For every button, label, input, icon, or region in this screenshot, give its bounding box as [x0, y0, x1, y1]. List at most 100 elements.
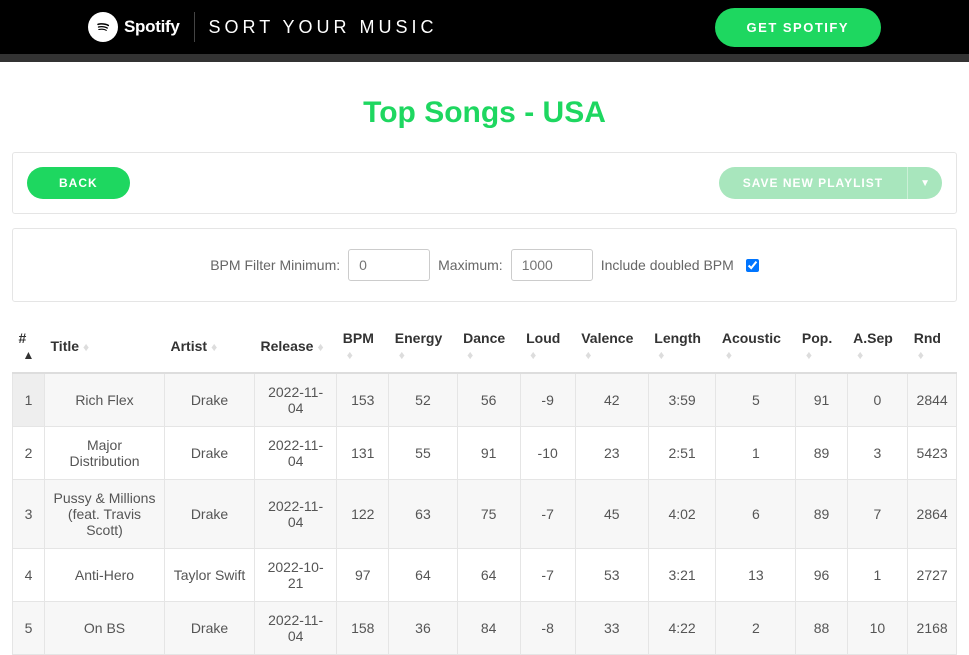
cell-release: 2022-11-04	[255, 480, 337, 549]
table-row[interactable]: 1Rich FlexDrake2022-11-041535256-9423:59…	[13, 373, 957, 427]
include-doubled-checkbox[interactable]	[746, 259, 759, 272]
cell-loud: -7	[520, 549, 575, 602]
cell-artist: Drake	[165, 427, 255, 480]
cell-valence: 45	[575, 480, 648, 549]
column-header-asep[interactable]: A.Sep ♦	[847, 320, 908, 373]
table-row[interactable]: 3Pussy & Millions (feat. Travis Scott)Dr…	[13, 480, 957, 549]
cell-pop: 88	[796, 602, 847, 655]
column-header-acoustic[interactable]: Acoustic♦	[716, 320, 796, 373]
cell-loud: -7	[520, 480, 575, 549]
cell-rnd: 2844	[908, 373, 957, 427]
cell-pop: 96	[796, 549, 847, 602]
toolbar: BACK SAVE NEW PLAYLIST ▼	[12, 152, 957, 214]
column-header-valence[interactable]: Valence♦	[575, 320, 648, 373]
cell-title: On BS	[45, 602, 165, 655]
back-button[interactable]: BACK	[27, 167, 130, 199]
column-label: A.Sep	[853, 330, 893, 346]
cell-pop: 89	[796, 427, 847, 480]
column-header-release[interactable]: Release♦	[255, 320, 337, 373]
cell-release: 2022-11-04	[255, 373, 337, 427]
cell-acoustic: 1	[716, 427, 796, 480]
get-spotify-button[interactable]: GET SPOTIFY	[715, 8, 881, 47]
table-row[interactable]: 2Major DistributionDrake2022-11-04131559…	[13, 427, 957, 480]
app-name: SORT YOUR MUSIC	[209, 17, 438, 38]
column-header-artist[interactable]: Artist♦	[165, 320, 255, 373]
cell-asep: 10	[847, 602, 908, 655]
filter-row: BPM Filter Minimum: Maximum: Include dou…	[12, 228, 957, 302]
column-header-num[interactable]: #▲	[13, 320, 45, 373]
bpm-min-input[interactable]	[348, 249, 430, 281]
column-label: Title	[51, 338, 80, 354]
cell-valence: 23	[575, 427, 648, 480]
column-label: Loud	[526, 330, 560, 346]
sort-icon: ♦	[399, 348, 405, 362]
column-header-loud[interactable]: Loud ♦	[520, 320, 575, 373]
cell-dance: 91	[457, 427, 520, 480]
column-label: BPM	[343, 330, 374, 346]
cell-num: 3	[13, 480, 45, 549]
table-row[interactable]: 4Anti-HeroTaylor Swift2022-10-21976464-7…	[13, 549, 957, 602]
cell-acoustic: 13	[716, 549, 796, 602]
divider	[194, 12, 195, 42]
cell-title: Pussy & Millions (feat. Travis Scott)	[45, 480, 165, 549]
sort-icon: ♦	[83, 340, 89, 354]
sort-icon: ♦	[347, 348, 353, 362]
cell-num: 1	[13, 373, 45, 427]
cell-loud: -8	[520, 602, 575, 655]
cell-rnd: 2168	[908, 602, 957, 655]
cell-release: 2022-11-04	[255, 427, 337, 480]
column-label: Rnd	[914, 330, 941, 346]
cell-pop: 89	[796, 480, 847, 549]
sort-icon: ♦	[467, 348, 473, 362]
save-playlist-button[interactable]: SAVE NEW PLAYLIST	[719, 167, 907, 199]
cell-artist: Drake	[165, 373, 255, 427]
cell-release: 2022-11-04	[255, 602, 337, 655]
column-header-title[interactable]: Title♦	[45, 320, 165, 373]
column-header-bpm[interactable]: BPM ♦	[337, 320, 389, 373]
table-row[interactable]: 5On BSDrake2022-11-041583684-8334:222881…	[13, 602, 957, 655]
cell-rnd: 5423	[908, 427, 957, 480]
cell-length: 3:21	[648, 549, 716, 602]
cell-dance: 84	[457, 602, 520, 655]
cell-dance: 56	[457, 373, 520, 427]
cell-rnd: 2727	[908, 549, 957, 602]
header-bar: Spotify SORT YOUR MUSIC GET SPOTIFY	[0, 0, 969, 54]
sort-icon: ♦	[857, 348, 863, 362]
cell-length: 2:51	[648, 427, 716, 480]
bpm-max-label: Maximum:	[438, 257, 503, 273]
spotify-logo[interactable]: Spotify	[88, 12, 180, 42]
spotify-logo-text: Spotify	[124, 17, 180, 37]
cell-valence: 33	[575, 602, 648, 655]
sort-icon: ♦	[658, 348, 664, 362]
cell-bpm: 122	[337, 480, 389, 549]
cell-bpm: 97	[337, 549, 389, 602]
cell-num: 2	[13, 427, 45, 480]
column-label: Release	[261, 338, 314, 354]
save-dropdown-toggle[interactable]: ▼	[907, 167, 942, 199]
cell-asep: 1	[847, 549, 908, 602]
column-header-rnd[interactable]: Rnd♦	[908, 320, 957, 373]
sort-icon: ♦	[211, 340, 217, 354]
cell-energy: 52	[389, 373, 457, 427]
cell-title: Rich Flex	[45, 373, 165, 427]
cell-asep: 3	[847, 427, 908, 480]
column-label: Length	[654, 330, 701, 346]
cell-pop: 91	[796, 373, 847, 427]
cell-artist: Drake	[165, 480, 255, 549]
cell-length: 4:02	[648, 480, 716, 549]
cell-acoustic: 5	[716, 373, 796, 427]
column-header-dance[interactable]: Dance ♦	[457, 320, 520, 373]
cell-energy: 63	[389, 480, 457, 549]
cell-title: Major Distribution	[45, 427, 165, 480]
cell-energy: 64	[389, 549, 457, 602]
column-label: Dance	[463, 330, 505, 346]
cell-num: 5	[13, 602, 45, 655]
songs-table: #▲Title♦Artist♦Release♦BPM♦Energy♦Dance♦…	[12, 320, 957, 655]
cell-acoustic: 2	[716, 602, 796, 655]
column-header-pop[interactable]: Pop.♦	[796, 320, 847, 373]
column-header-length[interactable]: Length ♦	[648, 320, 716, 373]
sort-icon: ♦	[530, 348, 536, 362]
column-header-energy[interactable]: Energy♦	[389, 320, 457, 373]
bpm-max-input[interactable]	[511, 249, 593, 281]
cell-length: 3:59	[648, 373, 716, 427]
